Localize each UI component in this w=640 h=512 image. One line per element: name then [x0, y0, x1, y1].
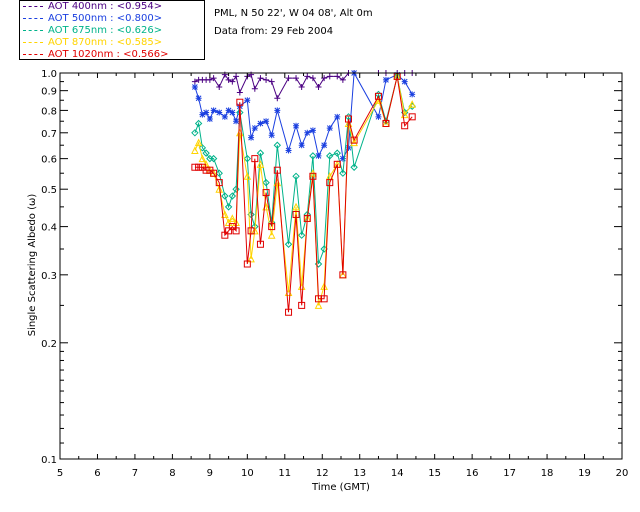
data-point	[326, 125, 333, 132]
series-line	[194, 72, 413, 100]
y-tick-label: 0.5	[41, 185, 57, 196]
legend-label: AOT 400nm : <0.954>	[48, 1, 163, 12]
legend-label: AOT 500nm : <0.800>	[48, 13, 163, 24]
y-axis-label: Single Scattering Albedo (ω)	[27, 194, 38, 337]
data-point	[203, 109, 210, 116]
legend-label: AOT 870nm : <0.585>	[48, 37, 163, 48]
data-date: Data from: 29 Feb 2004	[214, 26, 334, 37]
legend-swatch	[23, 6, 43, 7]
data-point	[375, 113, 382, 120]
x-tick-label: 13	[353, 468, 366, 479]
legend: AOT 400nm : <0.954> AOT 500nm : <0.800> …	[19, 0, 205, 60]
x-tick-label: 12	[316, 468, 329, 479]
data-point	[321, 142, 328, 149]
data-point	[274, 107, 281, 114]
chart: 5 6 7 8 9 10 11 12 13 14 15 16 17 18 19 20 1.0 0.9 0.8 0.7 0…	[27, 69, 629, 493]
x-tick-label: 9	[207, 468, 213, 479]
y-tick-label: 0.8	[41, 106, 57, 117]
y-tick-label: 0.2	[41, 339, 57, 350]
data-point	[309, 75, 316, 82]
x-tick-label: 16	[466, 468, 479, 479]
legend-label: AOT 675nm : <0.626>	[48, 25, 163, 36]
data-point	[285, 147, 292, 154]
data-point	[191, 129, 199, 137]
data-point	[257, 120, 264, 127]
data-point	[285, 75, 292, 82]
data-point	[257, 75, 264, 82]
data-point	[206, 116, 213, 123]
plot-frame	[59, 72, 623, 460]
x-tick-label: 7	[132, 468, 138, 479]
data-point	[334, 73, 341, 80]
data-point	[251, 85, 258, 92]
data-point	[401, 78, 408, 85]
data-point	[334, 113, 341, 120]
legend-swatch	[23, 18, 43, 19]
x-tick-label: 14	[391, 468, 404, 479]
legend-swatch	[23, 30, 43, 31]
y-tick-label: 0.1	[41, 455, 57, 466]
data-point	[409, 91, 416, 98]
x-tick-label: 11	[278, 468, 291, 479]
data-point	[293, 122, 300, 129]
series-4	[191, 72, 416, 316]
data-point	[293, 75, 300, 82]
x-axis-label: Time (GMT)	[311, 482, 370, 493]
data-point	[274, 95, 281, 102]
x-tick-label: 15	[428, 468, 441, 479]
site-location: PML, N 50 22', W 04 08', Alt 0m	[214, 8, 373, 19]
y-tick-label: 1.0	[41, 69, 57, 80]
x-tick-label: 8	[169, 468, 175, 479]
data-point	[233, 118, 240, 125]
data-point	[382, 76, 389, 83]
data-point	[251, 125, 258, 132]
legend-label: AOT 1020nm : <0.566>	[48, 49, 169, 60]
data-point	[229, 109, 236, 116]
data-point	[244, 97, 251, 104]
data-point	[304, 73, 311, 80]
x-tick-label: 18	[541, 468, 554, 479]
data-point	[298, 83, 305, 90]
y-tick-label: 0.9	[41, 87, 57, 98]
data-point	[309, 127, 316, 134]
data-point	[326, 73, 333, 80]
x-tick-label: 6	[94, 468, 100, 479]
data-point	[195, 95, 202, 102]
data-point	[216, 83, 223, 90]
data-point	[298, 142, 305, 149]
data-point	[268, 78, 275, 85]
data-point	[268, 132, 275, 139]
data-point	[216, 109, 223, 116]
y-tick-label: 0.3	[41, 271, 57, 282]
data-point	[210, 107, 217, 114]
y-tick-label: 0.4	[41, 223, 57, 234]
y-tick-label: 0.7	[41, 129, 57, 140]
legend-swatch	[23, 54, 43, 55]
data-point	[191, 83, 198, 90]
data-point	[315, 83, 322, 90]
x-tick-label: 17	[503, 468, 516, 479]
data-point	[221, 113, 228, 120]
data-point	[304, 129, 311, 136]
y-tick-label: 0.6	[41, 155, 57, 166]
x-tick-label: 10	[241, 468, 254, 479]
data-point	[248, 134, 255, 141]
x-tick-label: 20	[616, 468, 629, 479]
data-point	[263, 118, 270, 125]
data-point	[263, 76, 270, 83]
x-tick-label: 19	[578, 468, 591, 479]
data-point	[236, 89, 243, 96]
x-tick-label: 5	[57, 468, 63, 479]
legend-swatch	[23, 42, 43, 43]
